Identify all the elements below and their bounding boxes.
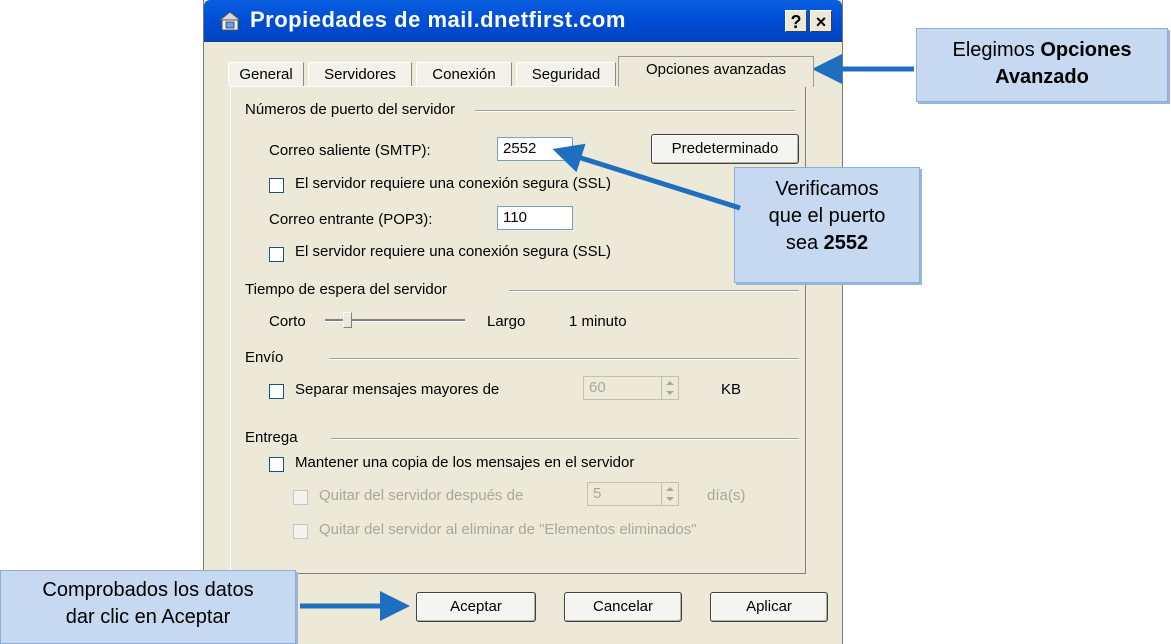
tab-advanced-options[interactable]: Opciones avanzadas (618, 56, 814, 87)
tab-servers[interactable]: Servidores (308, 62, 412, 86)
remove-after-spinner[interactable] (661, 482, 679, 506)
split-size-spinner[interactable] (661, 376, 679, 400)
callout-port-line1: Verificamos (775, 178, 879, 200)
smtp-ssl-checkbox[interactable] (269, 178, 284, 193)
smtp-label: Correo saliente (SMTP): (269, 142, 431, 159)
sending-group-divider (329, 358, 799, 360)
timeout-group-title: Tiempo de espera del servidor (245, 281, 448, 298)
tab-general[interactable]: General (228, 62, 304, 86)
split-messages-label: Separar mensajes mayores de (295, 381, 500, 398)
ports-group-title: Números de puerto del servidor (245, 101, 456, 118)
callout-advanced-tab: Elegimos Opciones Avanzado (916, 28, 1168, 102)
callout-port-check: Verificamos que el puerto sea 2552 (734, 167, 920, 283)
callout-advanced-text: Elegimos (952, 39, 1035, 61)
default-button[interactable]: Predeterminado (651, 134, 799, 164)
help-button[interactable]: ? (785, 10, 807, 32)
advanced-options-panel: Números de puerto del servidor Correo sa… (230, 86, 806, 574)
pop3-ssl-checkbox[interactable] (269, 247, 284, 262)
delivery-group-title: Entrega (245, 429, 298, 446)
tab-strip: General Servidores Conexión Seguridad Op… (228, 56, 818, 87)
pop3-port-input[interactable]: 110 (497, 206, 573, 230)
sending-group-title: Envío (245, 349, 284, 366)
smtp-port-input[interactable]: 2552 (497, 137, 573, 161)
delivery-group-divider (331, 438, 799, 440)
timeout-value: 1 minuto (569, 313, 627, 330)
tab-security[interactable]: Seguridad (516, 62, 616, 86)
days-label: día(s) (707, 487, 746, 504)
split-size-unit: KB (721, 381, 742, 398)
timeout-group-divider (509, 290, 799, 292)
close-button[interactable]: × (810, 10, 832, 32)
remove-deleted-checkbox[interactable] (293, 524, 308, 539)
callout-port-line3: sea (785, 232, 819, 254)
callout-accept-line1: Comprobados los datos (42, 579, 254, 601)
tab-connection[interactable]: Conexión (416, 62, 512, 86)
callout-port-bold: 2552 (823, 232, 869, 254)
cancel-button[interactable]: Cancelar (564, 592, 682, 622)
apply-button[interactable]: Aplicar (710, 592, 828, 622)
callout-port-line2: que el puerto (768, 205, 886, 227)
callout-advanced-bold-2: Avanzado (995, 66, 1089, 88)
title-bar[interactable]: Propiedades de mail.dnetfirst.com ? × (204, 0, 842, 42)
timeout-short-label: Corto (269, 313, 306, 330)
remove-deleted-label: Quitar del servidor al eliminar de "Elem… (319, 521, 697, 538)
callout-accept: Comprobados los datos dar clic en Acepta… (0, 570, 296, 644)
remove-after-checkbox[interactable] (293, 490, 308, 505)
keep-copy-checkbox[interactable] (269, 457, 284, 472)
split-messages-checkbox[interactable] (269, 384, 284, 399)
keep-copy-label: Mantener una copia de los mensajes en el… (295, 454, 635, 471)
pop3-ssl-label: El servidor requiere una conexión segura… (295, 243, 612, 260)
ports-group-divider (475, 110, 795, 112)
timeout-long-label: Largo (487, 313, 526, 330)
ok-button[interactable]: Aceptar (416, 592, 536, 622)
pop3-label: Correo entrante (POP3): (269, 211, 433, 228)
callout-advanced-bold-1: Opciones (1040, 39, 1132, 61)
timeout-slider-thumb[interactable] (343, 312, 352, 328)
remove-after-label: Quitar del servidor después de (319, 487, 524, 504)
mail-account-icon (218, 11, 242, 31)
window-title: Propiedades de mail.dnetfirst.com (250, 7, 626, 32)
smtp-ssl-label: El servidor requiere una conexión segura… (295, 175, 612, 192)
callout-accept-line2: dar clic en Aceptar (65, 606, 231, 628)
properties-dialog: Propiedades de mail.dnetfirst.com ? × Ge… (203, 0, 843, 644)
